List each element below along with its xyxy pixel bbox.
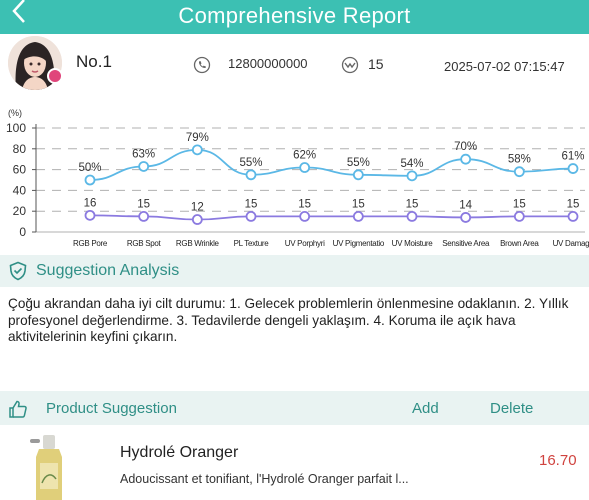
data-point <box>138 211 150 222</box>
data-point <box>352 169 364 181</box>
data-label: 15 <box>513 198 526 210</box>
x-tick-label: Sensitive Area <box>442 239 490 248</box>
shield-icon <box>9 261 27 281</box>
product-price: 16.70 <box>539 452 577 469</box>
data-point <box>406 170 418 182</box>
data-label: 15 <box>406 198 419 210</box>
y-tick-label: 60 <box>13 163 27 177</box>
data-label: 15 <box>567 198 580 210</box>
product-name: Hydrolé Oranger <box>120 444 239 461</box>
x-tick-label: UV Damage <box>553 239 589 248</box>
data-label: 62% <box>293 150 316 162</box>
x-tick-label: Brown Area <box>500 239 539 248</box>
data-label: 15 <box>137 198 150 210</box>
product-bottle-icon <box>30 435 62 500</box>
data-label: 50% <box>78 162 101 174</box>
y-axis-unit: (%) <box>8 108 22 118</box>
customer-name: No.1 <box>76 52 112 71</box>
data-label: 12 <box>191 202 204 214</box>
data-point <box>191 214 203 225</box>
x-tick-label: UV Moisture <box>392 239 434 248</box>
data-point <box>191 144 203 156</box>
data-point <box>513 166 525 178</box>
data-label: 79% <box>186 132 209 144</box>
product-suggestion-header: Product Suggestion Add Delete <box>0 391 589 425</box>
data-label: 63% <box>132 148 155 160</box>
y-tick-label: 100 <box>6 121 26 135</box>
data-point <box>299 211 311 222</box>
data-point <box>245 211 257 222</box>
product-suggestion-title: Product Suggestion <box>46 400 177 417</box>
gender-badge-icon <box>47 68 63 84</box>
data-label: 15 <box>245 198 258 210</box>
phone-icon <box>193 56 211 74</box>
age-value: 15 <box>368 56 384 72</box>
data-label: 54% <box>400 158 423 170</box>
data-label: 16 <box>84 197 97 209</box>
report-datetime: 2025-07-02 07:15:47 <box>444 59 565 74</box>
data-label: 58% <box>508 154 531 166</box>
data-point <box>84 174 96 186</box>
data-point <box>460 212 472 223</box>
data-label: 15 <box>352 198 365 210</box>
suggestion-title: Suggestion Analysis <box>36 262 180 279</box>
x-tick-label: UV Porphyri <box>285 239 325 248</box>
delete-product-button[interactable]: Delete <box>490 400 533 417</box>
x-tick-label: RGB Wrinkle <box>176 239 220 248</box>
data-label: 55% <box>239 157 262 169</box>
data-label: 14 <box>459 199 472 211</box>
data-point <box>299 162 311 173</box>
thumbs-up-icon <box>9 400 27 418</box>
data-label: 55% <box>347 157 370 169</box>
data-point <box>138 161 150 172</box>
suggestion-header: Suggestion Analysis <box>0 255 589 287</box>
skin-score-chart: (%) 0 20 40 60 80 100 RGB Pore RGB Spot RGB Wrink… <box>0 92 589 252</box>
data-point <box>567 211 579 222</box>
x-tick-label: UV Pigmentatio <box>333 239 385 248</box>
product-description: Adoucissant et tonifiant, l'Hydrolé Oran… <box>120 472 409 486</box>
x-tick-label: RGB Spot <box>127 239 162 248</box>
series-line-0 <box>89 148 574 181</box>
data-point <box>84 209 96 221</box>
line-chart: (%) 0 20 40 60 80 100 RGB Pore RGB Spot RGB Wrink… <box>6 108 589 248</box>
suggestion-text: Çoğu akrandan daha iyi cilt durumu: 1. G… <box>8 296 569 344</box>
app-header: Comprehensive Report <box>0 0 589 34</box>
y-tick-label: 80 <box>13 142 27 156</box>
data-point <box>406 211 418 222</box>
y-tick-label: 40 <box>13 183 27 197</box>
page-title: Comprehensive Report <box>178 3 411 28</box>
data-point <box>567 163 579 174</box>
data-point <box>460 153 472 165</box>
data-label: 61% <box>561 151 584 163</box>
data-label: 70% <box>454 141 477 153</box>
add-product-button[interactable]: Add <box>412 400 439 417</box>
phone-number: 12800000000 <box>228 56 308 71</box>
data-label: 15 <box>298 198 311 210</box>
data-point <box>352 211 364 222</box>
data-point <box>513 211 525 222</box>
product-item[interactable]: Hydrolé Oranger Adoucissant et tonifiant… <box>0 425 589 500</box>
x-tick-label: PL Texture <box>234 239 270 248</box>
y-tick-label: 0 <box>19 225 26 239</box>
profile-bar: No.1 12800000000 15 2025-07-02 07:15:47 <box>0 34 589 92</box>
series-line-1 <box>89 214 573 221</box>
data-point <box>245 169 257 181</box>
x-tick-label: RGB Pore <box>73 239 108 248</box>
y-tick-label: 20 <box>13 204 27 218</box>
age-icon <box>341 56 359 74</box>
